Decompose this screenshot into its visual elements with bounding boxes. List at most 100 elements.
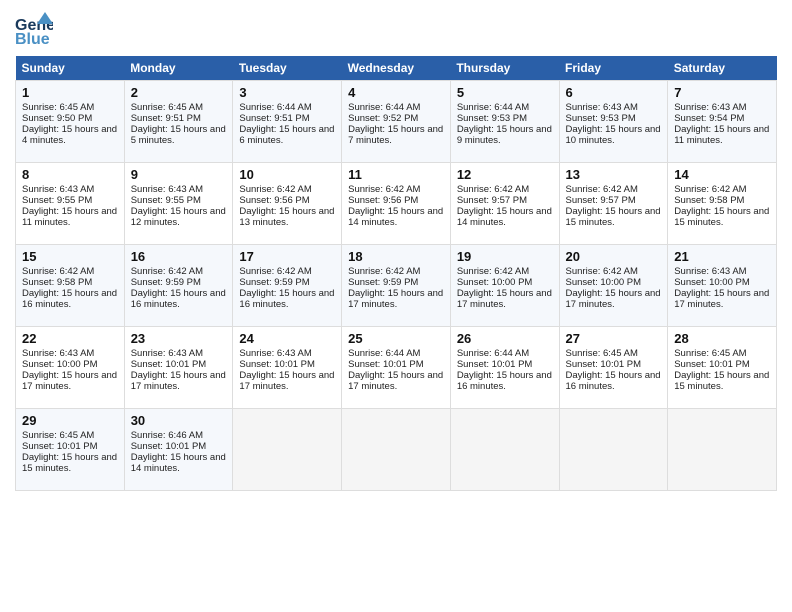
daylight-text: Daylight: 15 hours and 16 minutes. [457, 370, 552, 392]
sunrise-text: Sunrise: 6:43 AM [674, 266, 746, 277]
calendar-cell [450, 409, 559, 491]
daylight-text: Daylight: 15 hours and 13 minutes. [239, 206, 334, 228]
sunrise-text: Sunrise: 6:42 AM [22, 266, 94, 277]
sunset-text: Sunset: 10:01 PM [566, 359, 642, 370]
sunrise-text: Sunrise: 6:45 AM [674, 348, 746, 359]
calendar-cell [668, 409, 777, 491]
day-number: 16 [131, 249, 227, 264]
sunrise-text: Sunrise: 6:42 AM [457, 184, 529, 195]
sunrise-text: Sunrise: 6:42 AM [566, 266, 638, 277]
day-number: 13 [566, 167, 662, 182]
weekday-header-sunday: Sunday [16, 56, 125, 81]
sunset-text: Sunset: 9:58 PM [674, 195, 744, 206]
calendar-cell: 17 Sunrise: 6:42 AM Sunset: 9:59 PM Dayl… [233, 245, 342, 327]
daylight-text: Daylight: 15 hours and 16 minutes. [131, 288, 226, 310]
sunset-text: Sunset: 9:59 PM [348, 277, 418, 288]
sunset-text: Sunset: 9:58 PM [22, 277, 92, 288]
calendar-cell: 7 Sunrise: 6:43 AM Sunset: 9:54 PM Dayli… [668, 81, 777, 163]
sunset-text: Sunset: 10:01 PM [22, 441, 98, 452]
calendar-cell [559, 409, 668, 491]
day-number: 5 [457, 85, 553, 100]
daylight-text: Daylight: 15 hours and 15 minutes. [566, 206, 661, 228]
sunset-text: Sunset: 9:53 PM [566, 113, 636, 124]
daylight-text: Daylight: 15 hours and 6 minutes. [239, 124, 334, 146]
sunrise-text: Sunrise: 6:43 AM [566, 102, 638, 113]
day-number: 24 [239, 331, 335, 346]
daylight-text: Daylight: 15 hours and 11 minutes. [22, 206, 117, 228]
daylight-text: Daylight: 15 hours and 15 minutes. [22, 452, 117, 474]
sunset-text: Sunset: 10:01 PM [457, 359, 533, 370]
daylight-text: Daylight: 15 hours and 12 minutes. [131, 206, 226, 228]
sunset-text: Sunset: 10:01 PM [348, 359, 424, 370]
calendar-cell: 15 Sunrise: 6:42 AM Sunset: 9:58 PM Dayl… [16, 245, 125, 327]
calendar-cell: 20 Sunrise: 6:42 AM Sunset: 10:00 PM Day… [559, 245, 668, 327]
sunset-text: Sunset: 10:01 PM [674, 359, 750, 370]
weekday-header-monday: Monday [124, 56, 233, 81]
calendar-cell: 12 Sunrise: 6:42 AM Sunset: 9:57 PM Dayl… [450, 163, 559, 245]
day-number: 19 [457, 249, 553, 264]
sunrise-text: Sunrise: 6:45 AM [131, 102, 203, 113]
daylight-text: Daylight: 15 hours and 14 minutes. [131, 452, 226, 474]
day-number: 6 [566, 85, 662, 100]
day-number: 8 [22, 167, 118, 182]
day-number: 26 [457, 331, 553, 346]
sunrise-text: Sunrise: 6:43 AM [22, 348, 94, 359]
sunset-text: Sunset: 10:00 PM [566, 277, 642, 288]
daylight-text: Daylight: 15 hours and 10 minutes. [566, 124, 661, 146]
sunset-text: Sunset: 9:52 PM [348, 113, 418, 124]
daylight-text: Daylight: 15 hours and 17 minutes. [348, 370, 443, 392]
sunset-text: Sunset: 9:56 PM [348, 195, 418, 206]
daylight-text: Daylight: 15 hours and 16 minutes. [22, 288, 117, 310]
sunrise-text: Sunrise: 6:44 AM [348, 102, 420, 113]
calendar-cell: 21 Sunrise: 6:43 AM Sunset: 10:00 PM Day… [668, 245, 777, 327]
calendar-header-row: SundayMondayTuesdayWednesdayThursdayFrid… [16, 56, 777, 81]
calendar-cell: 29 Sunrise: 6:45 AM Sunset: 10:01 PM Day… [16, 409, 125, 491]
calendar-cell: 2 Sunrise: 6:45 AM Sunset: 9:51 PM Dayli… [124, 81, 233, 163]
day-number: 1 [22, 85, 118, 100]
sunrise-text: Sunrise: 6:44 AM [239, 102, 311, 113]
daylight-text: Daylight: 15 hours and 17 minutes. [348, 288, 443, 310]
calendar-cell: 28 Sunrise: 6:45 AM Sunset: 10:01 PM Day… [668, 327, 777, 409]
sunrise-text: Sunrise: 6:42 AM [348, 266, 420, 277]
calendar-cell: 18 Sunrise: 6:42 AM Sunset: 9:59 PM Dayl… [342, 245, 451, 327]
daylight-text: Daylight: 15 hours and 16 minutes. [239, 288, 334, 310]
logo-icon: General Blue [15, 10, 53, 48]
day-number: 3 [239, 85, 335, 100]
daylight-text: Daylight: 15 hours and 9 minutes. [457, 124, 552, 146]
sunset-text: Sunset: 9:51 PM [239, 113, 309, 124]
daylight-text: Daylight: 15 hours and 16 minutes. [566, 370, 661, 392]
day-number: 28 [674, 331, 770, 346]
sunrise-text: Sunrise: 6:42 AM [348, 184, 420, 195]
sunrise-text: Sunrise: 6:45 AM [566, 348, 638, 359]
calendar-cell [233, 409, 342, 491]
sunrise-text: Sunrise: 6:43 AM [131, 184, 203, 195]
sunset-text: Sunset: 9:53 PM [457, 113, 527, 124]
sunset-text: Sunset: 9:55 PM [131, 195, 201, 206]
day-number: 10 [239, 167, 335, 182]
daylight-text: Daylight: 15 hours and 17 minutes. [131, 370, 226, 392]
day-number: 30 [131, 413, 227, 428]
sunset-text: Sunset: 9:55 PM [22, 195, 92, 206]
daylight-text: Daylight: 15 hours and 17 minutes. [674, 288, 769, 310]
calendar-cell: 10 Sunrise: 6:42 AM Sunset: 9:56 PM Dayl… [233, 163, 342, 245]
daylight-text: Daylight: 15 hours and 15 minutes. [674, 206, 769, 228]
daylight-text: Daylight: 15 hours and 11 minutes. [674, 124, 769, 146]
calendar-row: 22 Sunrise: 6:43 AM Sunset: 10:00 PM Day… [16, 327, 777, 409]
day-number: 23 [131, 331, 227, 346]
calendar-row: 29 Sunrise: 6:45 AM Sunset: 10:01 PM Day… [16, 409, 777, 491]
calendar-row: 8 Sunrise: 6:43 AM Sunset: 9:55 PM Dayli… [16, 163, 777, 245]
sunrise-text: Sunrise: 6:45 AM [22, 430, 94, 441]
calendar-cell: 3 Sunrise: 6:44 AM Sunset: 9:51 PM Dayli… [233, 81, 342, 163]
sunset-text: Sunset: 10:00 PM [22, 359, 98, 370]
day-number: 11 [348, 167, 444, 182]
day-number: 12 [457, 167, 553, 182]
day-number: 7 [674, 85, 770, 100]
day-number: 4 [348, 85, 444, 100]
sunset-text: Sunset: 9:56 PM [239, 195, 309, 206]
day-number: 21 [674, 249, 770, 264]
day-number: 27 [566, 331, 662, 346]
sunset-text: Sunset: 10:00 PM [674, 277, 750, 288]
sunset-text: Sunset: 9:54 PM [674, 113, 744, 124]
sunrise-text: Sunrise: 6:43 AM [239, 348, 311, 359]
daylight-text: Daylight: 15 hours and 4 minutes. [22, 124, 117, 146]
